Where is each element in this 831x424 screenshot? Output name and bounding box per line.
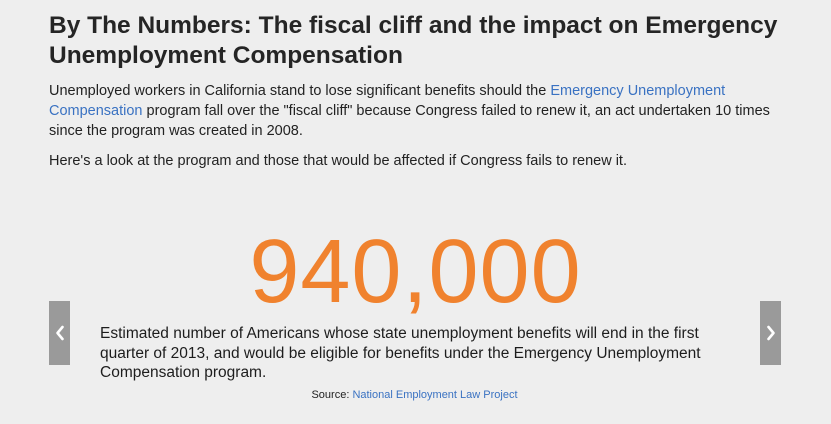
- intro-paragraph: Unemployed workers in California stand t…: [49, 81, 794, 141]
- stat-number-value: 940,000: [249, 222, 582, 322]
- intro-text-end: program fall over the "fiscal cliff" bec…: [49, 103, 770, 139]
- next-slide-button[interactable]: [760, 301, 781, 365]
- source-label: Source:: [311, 389, 353, 401]
- page-title: By The Numbers: The fiscal cliff and the…: [49, 12, 778, 69]
- chevron-right-icon: [766, 325, 776, 341]
- lead-paragraph: Here's a look at the program and those t…: [49, 153, 627, 169]
- stat-description: Estimated number of Americans whose stat…: [100, 325, 701, 381]
- source-link[interactable]: National Employment Law Project: [352, 389, 517, 401]
- previous-slide-button[interactable]: [49, 301, 70, 365]
- intro-text-start: Unemployed workers in California stand t…: [49, 83, 551, 99]
- stat-number: 940,000: [0, 222, 831, 322]
- chevron-left-icon: [55, 325, 65, 341]
- source-credit: Source: National Employment Law Project: [0, 388, 831, 402]
